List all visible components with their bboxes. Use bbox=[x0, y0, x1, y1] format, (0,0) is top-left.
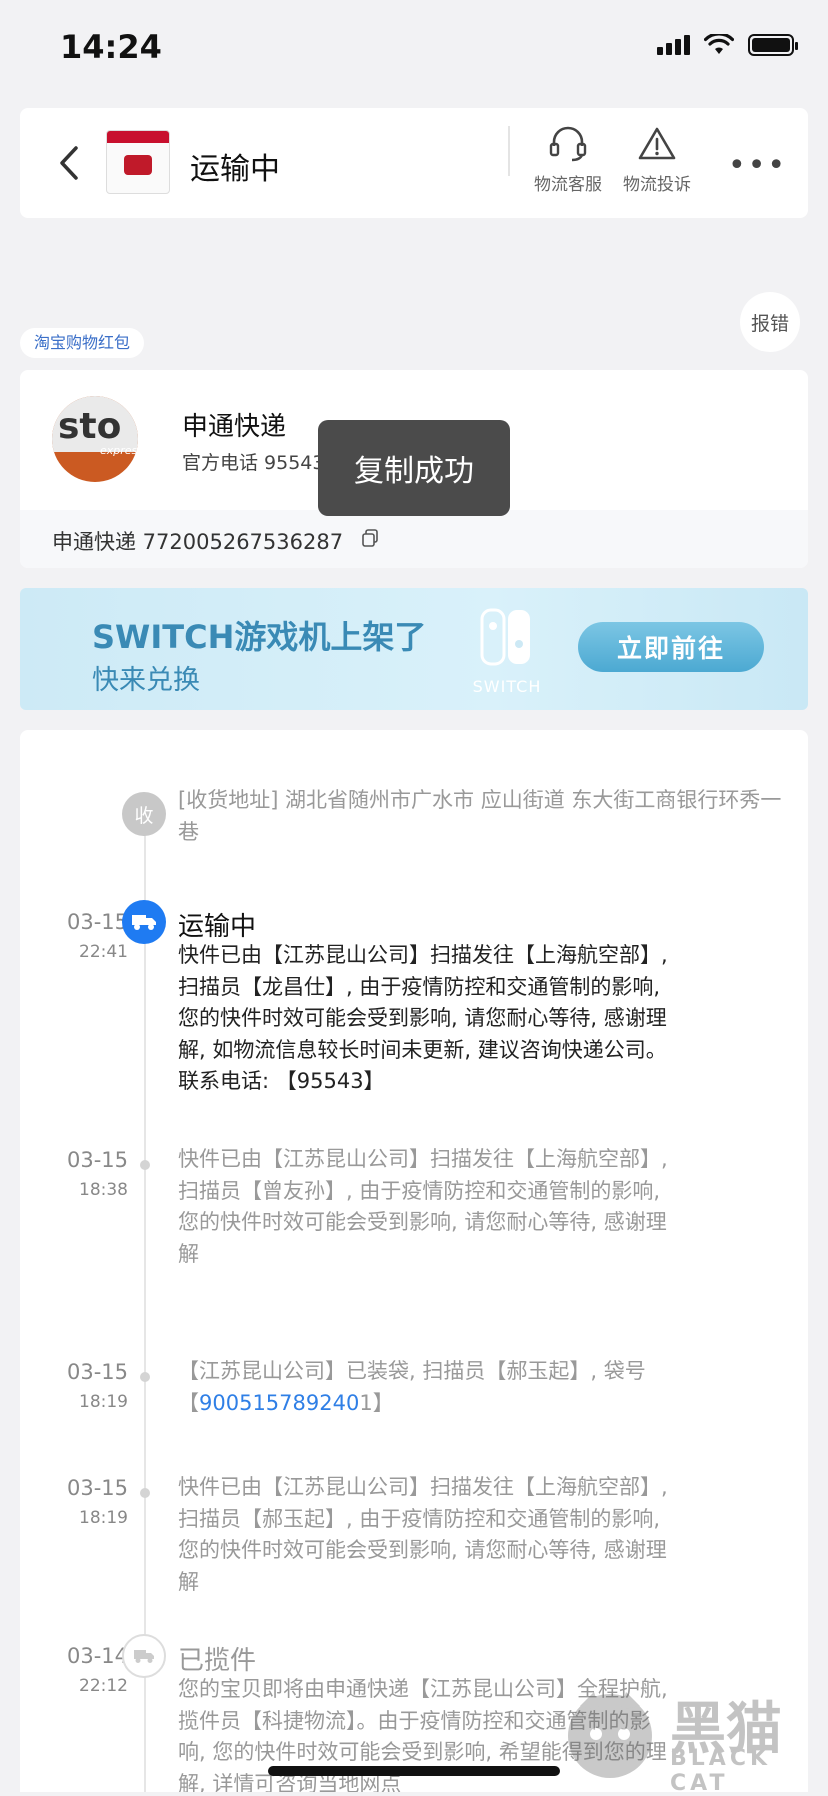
event-status: 运输中 bbox=[178, 912, 257, 942]
timeline-dot bbox=[140, 1160, 150, 1170]
black-cat-watermark: 黑猫 BLACK CAT bbox=[560, 1684, 820, 1796]
event-date: 03-15 bbox=[66, 1476, 128, 1500]
logistics-service-label: 物流客服 bbox=[534, 175, 602, 195]
event-time: 22:41 bbox=[79, 942, 128, 962]
signal-icon bbox=[657, 35, 690, 55]
tracking-number: 申通快递 772005267536287 bbox=[52, 530, 344, 554]
event-detail: 快件已由【江苏昆山公司】扫描发往【上海航空部】, 扫描员【曾友孙】, 由于疫情防… bbox=[178, 1147, 668, 1266]
picked-up-icon bbox=[122, 1634, 166, 1678]
report-error-button[interactable]: 报错 bbox=[740, 292, 800, 352]
event-status: 已揽件 bbox=[178, 1646, 257, 1676]
sto-logo: sto express bbox=[52, 396, 138, 482]
logistics-timeline: 收 [收货地址] 湖北省随州市广水市 应山街道 东大街工商银行环秀一巷 03-1… bbox=[20, 730, 808, 1792]
headset-icon bbox=[549, 126, 587, 162]
red-packet-badge[interactable]: 淘宝购物红包 bbox=[20, 328, 145, 358]
logistics-service-button[interactable]: 物流客服 bbox=[528, 124, 608, 195]
event-time: 18:38 bbox=[79, 1180, 128, 1200]
battery-icon bbox=[748, 34, 798, 56]
event-date: 03-15 bbox=[66, 1360, 128, 1384]
switch-logo: SWITCH bbox=[464, 606, 550, 696]
event-detail: 【江苏昆山公司】已装袋, 扫描员【郝玉起】, 袋号 【9005157892401… bbox=[178, 1359, 646, 1415]
event-time: 18:19 bbox=[79, 1392, 128, 1412]
delivery-address: [收货地址] 湖北省随州市广水市 应山街道 东大街工商银行环秀一巷 bbox=[178, 788, 782, 844]
promo-banner[interactable]: SWITCH游戏机上架了 快来兑换 SWITCH 立即前往 bbox=[20, 588, 808, 710]
status-icons bbox=[657, 34, 798, 56]
switch-logo-word: SWITCH bbox=[472, 677, 542, 696]
sto-logo-word: sto bbox=[58, 406, 122, 447]
event-date: 03-15 bbox=[66, 910, 128, 934]
bag-number-link[interactable]: 900515789240 bbox=[199, 1391, 359, 1415]
event-time: 18:19 bbox=[79, 1508, 128, 1528]
banner-title: SWITCH游戏机上架了 bbox=[92, 618, 427, 656]
back-icon[interactable] bbox=[46, 138, 96, 188]
event-date: 03-15 bbox=[66, 1148, 128, 1172]
header-bar: 运输中 物流客服 物流投诉 ••• bbox=[20, 108, 808, 218]
in-transit-icon bbox=[122, 900, 166, 944]
address-badge: 收 bbox=[122, 792, 166, 836]
logistics-complaint-label: 物流投诉 bbox=[623, 175, 691, 195]
event-detail: 快件已由【江苏昆山公司】扫描发往【上海航空部】, 扫描员【郝玉起】, 由于疫情防… bbox=[178, 1475, 668, 1594]
wifi-icon bbox=[704, 34, 734, 54]
timeline-dot bbox=[140, 1488, 150, 1498]
timeline-dot bbox=[140, 1372, 150, 1382]
home-indicator[interactable] bbox=[268, 1766, 560, 1776]
product-thumbnail[interactable] bbox=[106, 130, 170, 194]
tracking-row: 申通快递 772005267536287 bbox=[20, 510, 808, 568]
banner-go-button[interactable]: 立即前往 bbox=[578, 622, 764, 672]
copy-success-toast: 复制成功 bbox=[318, 420, 510, 516]
banner-subtitle: 快来兑换 bbox=[92, 665, 200, 696]
copy-icon[interactable] bbox=[360, 528, 380, 548]
sto-logo-sub: express bbox=[100, 444, 138, 457]
event-date: 03-14 bbox=[66, 1644, 128, 1668]
watermark-sub: BLACK CAT bbox=[670, 1746, 772, 1796]
status-time: 14:24 bbox=[60, 28, 162, 66]
warning-icon bbox=[638, 127, 676, 160]
logistics-complaint-button[interactable]: 物流投诉 bbox=[617, 124, 697, 195]
event-detail: 快件已由【江苏昆山公司】扫描发往【上海航空部】, 扫描员【龙昌仕】, 由于疫情防… bbox=[178, 943, 668, 1093]
more-icon[interactable]: ••• bbox=[728, 148, 787, 183]
page-title: 运输中 bbox=[190, 152, 280, 187]
divider bbox=[508, 126, 510, 176]
event-time: 22:12 bbox=[79, 1676, 128, 1696]
courier-name: 申通快递 bbox=[182, 412, 287, 442]
